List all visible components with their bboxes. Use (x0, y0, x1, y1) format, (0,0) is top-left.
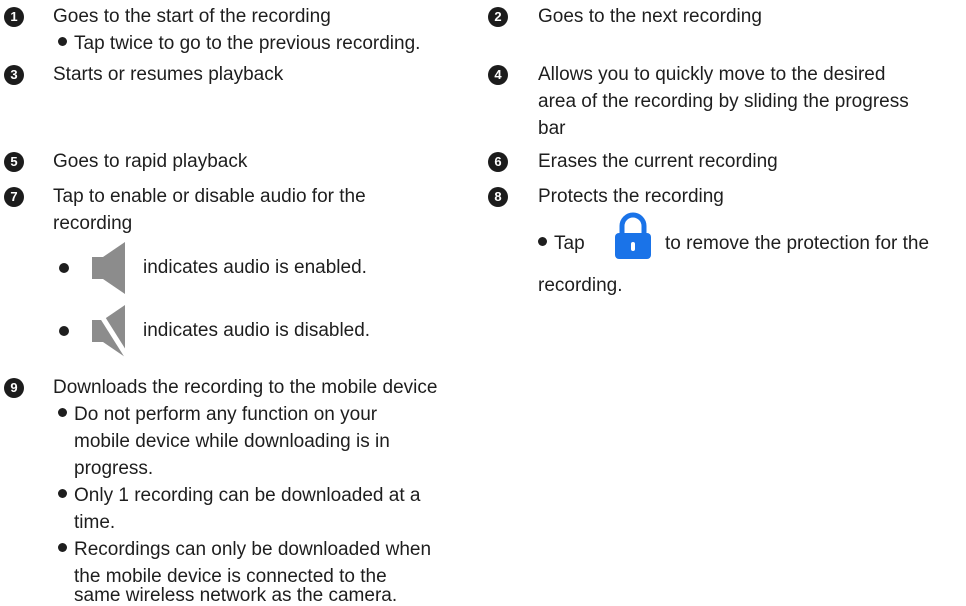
item-7-line2: recording (53, 213, 133, 234)
step-number-5: 5 (4, 152, 24, 172)
item-9-bullet-3: Recordings can only be downloaded when (58, 536, 431, 563)
item-2-text: Goes to the next recording (538, 6, 762, 27)
item-6-text: Erases the current recording (538, 151, 778, 172)
item-9-bullet-1: Do not perform any function on your (58, 401, 377, 428)
item-1-bullet: Tap twice to go to the previous recordin… (58, 30, 420, 57)
speaker-icon (92, 242, 125, 294)
speaker-muted-icon (91, 302, 130, 360)
item-7-line1: Tap to enable or disable audio for the (53, 186, 366, 207)
step-number-4: 4 (488, 65, 508, 85)
audio-enabled-text: indicates audio is enabled. (143, 257, 367, 278)
item-9-bullet-1-cont: progress. (74, 458, 154, 479)
step-number-6: 6 (488, 152, 508, 172)
item-8-bullet: Tap (538, 230, 585, 257)
audio-disabled-text: indicates audio is disabled. (143, 320, 371, 341)
item-3-text: Starts or resumes playback (53, 64, 284, 85)
bullet-dot (58, 543, 67, 553)
bullet-dot (58, 37, 67, 47)
lock-icon (615, 212, 651, 259)
step-number-7: 7 (4, 187, 24, 207)
step-number-1: 1 (4, 7, 24, 27)
step-number-2: 2 (488, 7, 508, 27)
item-8-text: Protects the recording (538, 186, 724, 207)
item-9-bullet-2-cont: time. (74, 512, 116, 533)
item-4-line3: bar (538, 118, 566, 139)
step-number-3: 3 (4, 65, 24, 85)
bullet-dot (538, 237, 547, 247)
item-9-text: Downloads the recording to the mobile de… (53, 377, 438, 398)
bullet-dot (59, 326, 69, 336)
step-number-9: 9 (4, 378, 24, 398)
item-9-bullet-2: Only 1 recording can be downloaded at a (58, 482, 420, 509)
item-5-text: Goes to rapid playback (53, 151, 248, 172)
step-number-8: 8 (488, 187, 508, 207)
item-1-text: Goes to the start of the recording (53, 6, 331, 27)
bullet-dot (58, 408, 67, 418)
item-9-bullet-1-cont: mobile device while downloading is in (74, 431, 390, 452)
item-9-bullet-3-cont: same wireless network as the camera. (74, 585, 398, 606)
item-4-line2: area of the recording by sliding the pro… (538, 91, 909, 112)
item-8-tap-rest: to remove the protection for the (665, 233, 930, 254)
item-4-line1: Allows you to quickly move to the desire… (538, 64, 886, 85)
bullet-dot (58, 489, 67, 499)
item-8-tap-line2: recording. (538, 275, 623, 296)
bullet-dot (59, 263, 69, 273)
